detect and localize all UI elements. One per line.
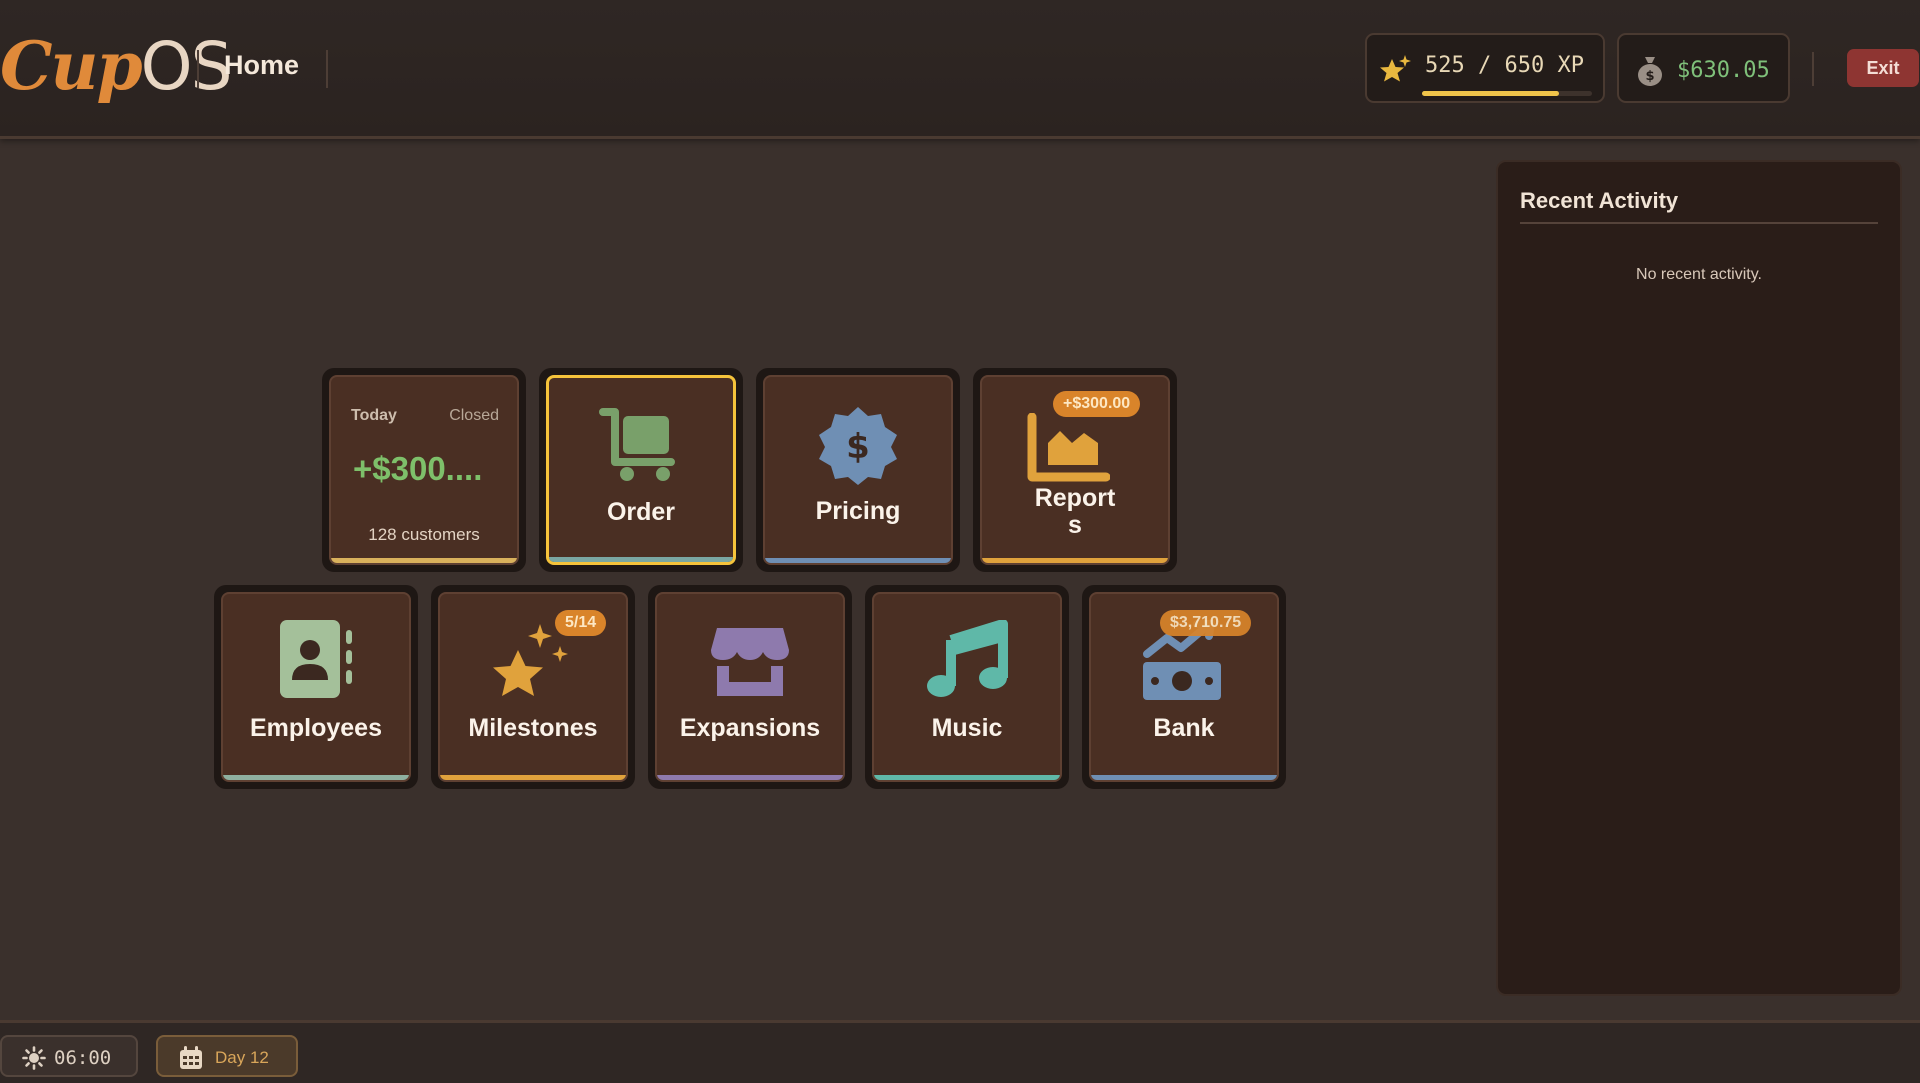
shop-status: Closed [449, 407, 499, 424]
today-label: Today [351, 407, 397, 424]
header-divider [197, 50, 199, 88]
header-divider [1812, 52, 1814, 86]
day-label: Day 12 [215, 1048, 269, 1067]
chart-icon [1027, 413, 1110, 482]
employees-label: Employees [249, 714, 382, 742]
tile-accent-bar [440, 775, 626, 780]
music-tile[interactable]: Music [865, 585, 1069, 789]
milestones-label: Milestones [468, 714, 598, 742]
storefront-icon [711, 628, 789, 696]
logo-cup-text: Cup [0, 27, 143, 105]
clock-time: 06:00 [54, 1047, 112, 1069]
clock-display[interactable]: 06:00 [0, 1035, 138, 1077]
recent-activity-panel: Recent Activity No recent activity. [1496, 160, 1902, 996]
tile-accent-bar [223, 775, 409, 780]
money-display: $ $630.05 [1617, 33, 1790, 103]
tile-accent-bar [765, 558, 951, 563]
recent-activity-title: Recent Activity [1520, 188, 1679, 213]
logo-os-text: OS [140, 28, 233, 105]
xp-progress-bar [1422, 91, 1592, 96]
milestones-tile[interactable]: 5/14 Milestones [431, 585, 635, 789]
tile-accent-bar [331, 558, 517, 563]
xp-progress-fill [1422, 91, 1560, 96]
exit-button[interactable]: Exit [1847, 49, 1919, 87]
bottom-bar: 06:00 Day 12 [0, 1020, 1920, 1083]
cart-icon [599, 408, 675, 481]
expansions-tile[interactable]: Expansions [648, 585, 852, 789]
money-bag-icon: $ [1638, 57, 1662, 86]
svg-text:$: $ [846, 427, 870, 467]
today-customers: 128 customers [368, 525, 480, 544]
expansions-label: Expansions [679, 714, 821, 742]
reports-badge: +$300.00 [1053, 391, 1141, 417]
xp-text: 525 / 650 XP [1425, 53, 1584, 78]
tile-accent-bar [982, 558, 1168, 563]
activity-empty-message: No recent activity. [1636, 266, 1762, 283]
xp-display: 525 / 650 XP [1365, 33, 1605, 103]
pricing-tile[interactable]: $ Pricing [756, 368, 960, 572]
tile-accent-bar [657, 775, 843, 780]
activity-divider [1520, 222, 1878, 224]
today-summary-tile[interactable]: Today Closed +$300.... 128 customers [322, 368, 526, 572]
sun-icon [22, 1046, 46, 1070]
tile-accent-bar [549, 557, 733, 562]
employees-tile[interactable]: Employees [214, 585, 418, 789]
top-bar: CupOS Home 525 / 650 XP $ $630.05 Exit [0, 0, 1920, 139]
pricing-label: Pricing [815, 497, 901, 525]
reports-tile[interactable]: +$300.00 Report s [973, 368, 1177, 572]
bank-balance-badge: $3,710.75 [1160, 610, 1252, 636]
today-revenue: +$300.... [353, 450, 483, 487]
milestones-badge: 5/14 [555, 610, 607, 636]
reports-label: Report s [982, 485, 1168, 539]
music-note-icon [927, 620, 1008, 697]
bank-tile[interactable]: Bank $3,710.75 [1082, 585, 1286, 789]
tile-accent-bar [1091, 775, 1277, 780]
reports-label-line1: Report [1034, 484, 1116, 512]
day-display[interactable]: Day 12 [156, 1035, 298, 1077]
header-divider [326, 50, 328, 88]
reports-label-line2: s [1068, 511, 1082, 539]
calendar-icon [180, 1046, 202, 1069]
dollar-badge-icon: $ [819, 407, 897, 485]
bank-label: Bank [1153, 714, 1215, 742]
cupos-logo: CupOS [0, 26, 233, 106]
svg-text:$: $ [1645, 69, 1654, 84]
page-title: Home [224, 50, 300, 80]
order-tile[interactable]: Order [539, 368, 743, 572]
music-label: Music [931, 714, 1003, 742]
contact-book-icon [280, 620, 352, 698]
tile-accent-bar [874, 775, 1060, 780]
money-amount: $630.05 [1677, 58, 1770, 83]
order-label: Order [606, 498, 676, 526]
star-xp-icon [1380, 55, 1411, 82]
